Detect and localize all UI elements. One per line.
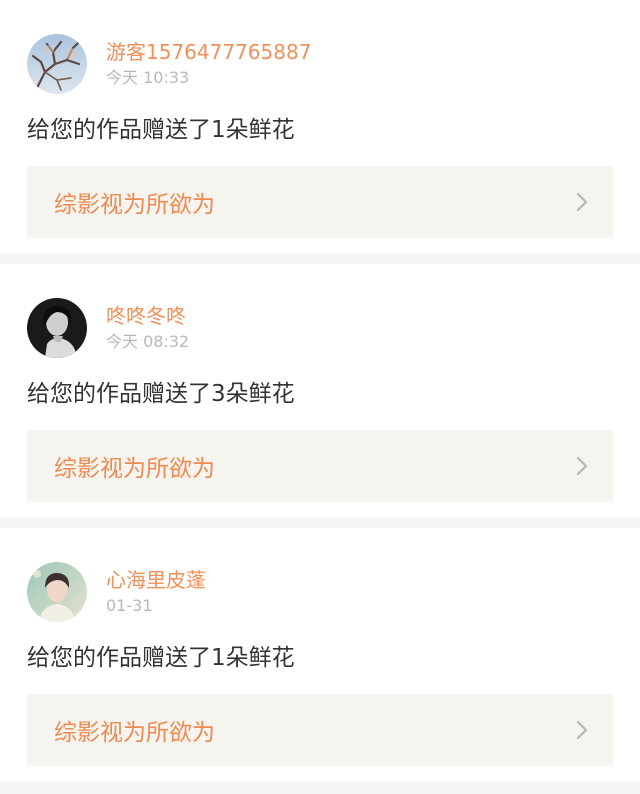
username[interactable]: 咚咚冬咚 (106, 303, 189, 329)
tree-branch-avatar-icon (27, 34, 87, 94)
work-link-button[interactable]: 综影视为所欲为 (27, 694, 613, 766)
chevron-right-icon (576, 192, 588, 212)
work-link-button[interactable]: 综影视为所欲为 (27, 430, 613, 502)
message-header: 游客1576477765887 今天 10:33 (27, 34, 613, 94)
avatar[interactable] (27, 298, 87, 358)
message-card: 心海里皮蓬 01-31 给您的作品赠送了1朵鲜花 综影视为所欲为 (0, 528, 640, 782)
work-title: 综影视为所欲为 (54, 456, 215, 482)
timestamp: 今天 08:32 (106, 332, 190, 351)
avatar[interactable] (27, 562, 87, 622)
timestamp: 今天 10:33 (106, 68, 190, 87)
chevron-right-icon (576, 720, 588, 740)
username[interactable]: 心海里皮蓬 (106, 567, 206, 593)
message-header: 心海里皮蓬 01-31 (27, 562, 613, 622)
work-title: 综影视为所欲为 (54, 192, 215, 218)
work-title: 综影视为所欲为 (54, 720, 215, 746)
gift-message-text: 给您的作品赠送了1朵鲜花 (27, 645, 295, 671)
username[interactable]: 游客1576477765887 (106, 39, 311, 65)
bw-portrait-avatar-icon (27, 298, 87, 358)
message-meta: 咚咚冬咚 今天 08:32 (106, 303, 189, 353)
gift-message-text: 给您的作品赠送了3朵鲜花 (27, 381, 295, 407)
work-link-button[interactable]: 综影视为所欲为 (27, 166, 613, 238)
gift-message-text: 给您的作品赠送了1朵鲜花 (27, 117, 295, 143)
message-card: 咚咚冬咚 今天 08:32 给您的作品赠送了3朵鲜花 综影视为所欲为 (0, 264, 640, 518)
message-meta: 游客1576477765887 今天 10:33 (106, 39, 311, 89)
message-header: 咚咚冬咚 今天 08:32 (27, 298, 613, 358)
gift-message-feed: 游客1576477765887 今天 10:33 给您的作品赠送了1朵鲜花 综影… (0, 0, 640, 782)
message-card: 游客1576477765887 今天 10:33 给您的作品赠送了1朵鲜花 综影… (0, 0, 640, 254)
timestamp: 01-31 (106, 596, 153, 615)
message-meta: 心海里皮蓬 01-31 (106, 567, 206, 617)
chevron-right-icon (576, 456, 588, 476)
portrait-avatar-icon (27, 562, 87, 622)
avatar[interactable] (27, 34, 87, 94)
